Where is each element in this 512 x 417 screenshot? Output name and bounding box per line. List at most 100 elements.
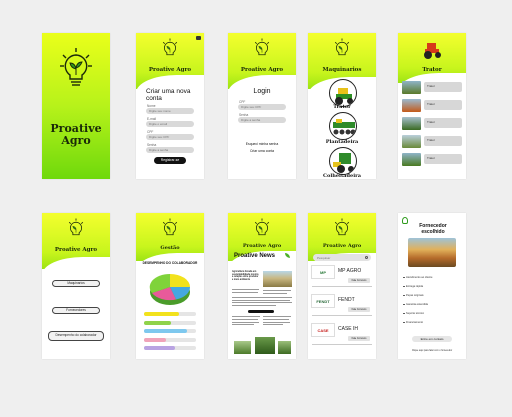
- performance-button[interactable]: Desempenho do colaborador: [48, 331, 104, 341]
- news-title: Proative News: [234, 253, 276, 259]
- cpf-field[interactable]: Digite seu CPF: [238, 104, 286, 110]
- search-placeholder: Pesquisar: [317, 255, 331, 260]
- detail-item: Financiamento: [406, 321, 424, 324]
- performance-bar: [144, 320, 172, 325]
- news-text-line: [232, 299, 290, 301]
- cart-icon[interactable]: [196, 36, 201, 40]
- bullet-dot: [403, 303, 405, 305]
- news-image-1: [263, 271, 292, 287]
- tractor-list-screen: Trator Trator Trator Trator Trator Trator: [398, 33, 466, 179]
- news-image-2: [234, 341, 251, 354]
- suppliers-button[interactable]: Fornecedores: [52, 307, 100, 314]
- search-icon: [364, 255, 368, 259]
- cpf-field[interactable]: Digite seu CPF: [146, 134, 194, 140]
- bullet-dot: [403, 276, 405, 278]
- tractor-thumb: [402, 81, 421, 94]
- brand-name: Proative Agro: [54, 247, 98, 253]
- news-text-line: [232, 289, 259, 291]
- register-button[interactable]: Registrar-se: [154, 157, 186, 164]
- lightbulb-plant-icon: [60, 48, 92, 86]
- tractor-row[interactable]: Trator: [424, 100, 462, 110]
- lightbulb-plant-icon: [254, 218, 270, 236]
- register-screen: Proative Agro Criar uma nova conta Nome …: [136, 33, 204, 179]
- news-text-line: [263, 321, 290, 323]
- news-text-line: [263, 319, 289, 321]
- password-field[interactable]: Digite a senha: [238, 117, 286, 123]
- supplier-detail-screen: Fornecedor escolhido Atendimento ao clie…: [398, 213, 466, 359]
- supplier-name: MP AGRO: [338, 268, 362, 274]
- performance-bar: [144, 312, 180, 316]
- management-screen: Gestão DESEMPENHO DO COLABORADOR: [136, 213, 204, 359]
- supplier-logo: FENDT: [311, 294, 335, 308]
- news-text-line: [232, 292, 258, 294]
- brand-name: Proative Agro: [322, 243, 362, 249]
- lightbulb-plant-icon: [68, 218, 84, 236]
- tractor-row[interactable]: Trator: [424, 82, 462, 92]
- detail-item: Atendimento ao cliente: [406, 276, 433, 279]
- performance-bar-track: [144, 337, 196, 342]
- supplier-divider: [312, 315, 372, 316]
- tractor-option[interactable]: [329, 79, 357, 107]
- tractor-row-label: Trator: [427, 120, 435, 124]
- planter-label: Plantadeira: [325, 139, 359, 145]
- supplier-name: FENDT: [338, 297, 355, 303]
- detail-title: Fornecedor escolhido: [419, 223, 447, 235]
- lightbulb-plant-icon: [402, 217, 408, 224]
- harvester-option[interactable]: [329, 147, 357, 175]
- supplier-divider: [312, 344, 372, 345]
- supplier-contact-button[interactable]: Fale Conosco: [348, 336, 370, 341]
- login-heading: Login: [253, 88, 271, 95]
- news-text-line: [232, 316, 260, 318]
- planter-option[interactable]: [329, 112, 357, 140]
- name-field[interactable]: Digite seu nome: [146, 108, 194, 114]
- pie-chart: [149, 273, 191, 305]
- detail-item: Entrega rápida: [406, 285, 424, 288]
- performance-bar-track: [144, 346, 196, 350]
- news-text-line: [232, 302, 292, 304]
- brand-name: Proative Agro: [148, 67, 192, 73]
- news-text-line: [232, 321, 259, 323]
- tractor-title: Trator: [422, 67, 442, 73]
- tractor-row-label: Trator: [427, 156, 435, 160]
- tractor-thumb: [402, 135, 421, 148]
- splash-title-line2: Agro: [61, 134, 91, 147]
- password-field[interactable]: Digite a senha: [146, 147, 194, 153]
- detail-item: Peças originais: [406, 294, 424, 297]
- harvester-label: Colheitadeira: [323, 173, 361, 179]
- create-account-link[interactable]: Criar uma conta: [228, 149, 296, 153]
- supplier-contact-button[interactable]: Fale Conosco: [348, 307, 370, 312]
- machines-title: Maquinarios: [322, 67, 362, 73]
- detail-footer[interactable]: Clique aqui para falar com o fornecedor: [400, 350, 464, 352]
- news-headline[interactable]: Agricultura focada em sustentabilidade m…: [232, 271, 260, 282]
- tractor-row[interactable]: Trator: [424, 136, 462, 146]
- news-text-line: [263, 324, 283, 326]
- news-text-line: [232, 319, 258, 321]
- performance-bar: [144, 337, 166, 342]
- tractor-icon: [424, 43, 441, 59]
- performance-bar: [144, 346, 176, 350]
- email-field[interactable]: Digite o email: [146, 121, 194, 127]
- tractor-thumb: [402, 153, 421, 166]
- supplier-contact-button[interactable]: Fale Conosco: [348, 278, 370, 283]
- tractor-row[interactable]: Trator: [424, 118, 462, 128]
- supplier-photo: [408, 238, 456, 267]
- suppliers-screen: Proative Agro Pesquisar MP MP AGRO Fale Co…: [308, 213, 376, 359]
- forgot-password-link[interactable]: Esqueci minha senha: [228, 142, 296, 146]
- performance-bar: [144, 329, 187, 333]
- supplier-logo: MP: [311, 265, 335, 279]
- bullet-dot: [403, 294, 405, 296]
- register-heading: Criar uma nova conta: [146, 88, 191, 102]
- machines-button[interactable]: Maquinarios: [52, 280, 100, 287]
- tractor-row-label: Trator: [427, 102, 435, 106]
- bullet-dot: [403, 321, 405, 323]
- lightbulb-plant-icon: [162, 38, 178, 56]
- detail-item: Garantia estendida: [406, 303, 428, 306]
- tractor-row[interactable]: Trator: [424, 154, 462, 164]
- news-text-line: [263, 290, 291, 292]
- lightbulb-plant-icon: [162, 218, 178, 236]
- management-title: Gestão: [160, 245, 180, 251]
- search-input[interactable]: Pesquisar: [313, 254, 371, 261]
- bullet-dot: [403, 285, 405, 287]
- supplier-name: CASE IH: [338, 326, 359, 332]
- contact-button[interactable]: Entre em contato: [412, 336, 452, 342]
